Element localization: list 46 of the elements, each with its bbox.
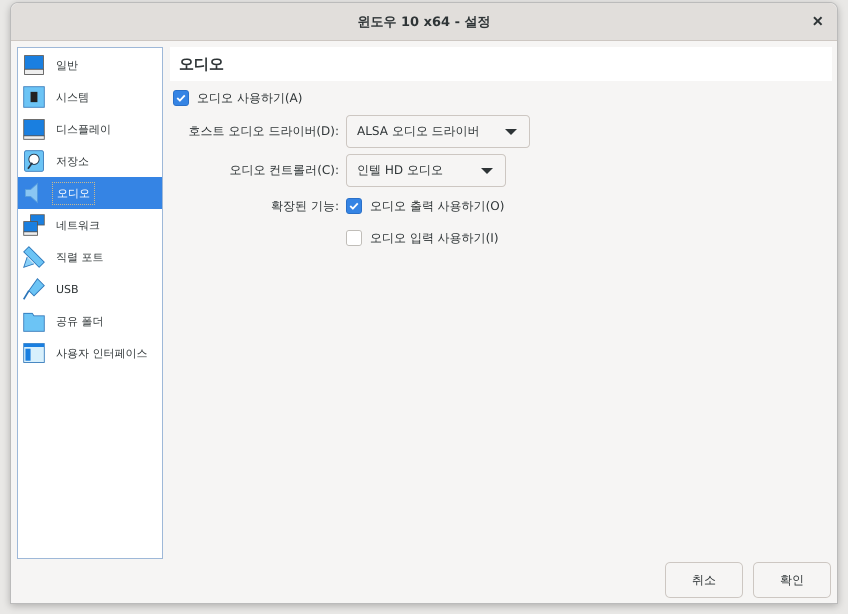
- check-icon: [175, 92, 187, 104]
- category-icon: [22, 245, 46, 269]
- page-title: 오디오: [170, 47, 832, 81]
- sidebar-item[interactable]: 네트워크: [18, 209, 162, 241]
- checkbox-label: 오디오 출력 사용하기(O): [370, 198, 504, 214]
- sidebar-label: 공유 폴더: [55, 314, 104, 330]
- field-label: 확장된 기능:: [270, 198, 339, 214]
- checkbox[interactable]: [173, 90, 189, 106]
- sidebar-label: 일반: [55, 58, 79, 74]
- sidebar-item[interactable]: 공유 폴더: [18, 305, 162, 337]
- sidebar-item[interactable]: 저장소: [18, 145, 162, 177]
- sidebar-item[interactable]: 사용자 인터페이스: [18, 337, 162, 369]
- sidebar-label: 저장소: [55, 154, 90, 170]
- category-icon: [22, 117, 46, 141]
- category-icon: [22, 149, 46, 173]
- dropdown[interactable]: ALSA 오디오 드라이버: [346, 115, 530, 148]
- sidebar-label: 네트워크: [55, 218, 101, 234]
- checkbox[interactable]: [346, 198, 362, 214]
- field-label: 호스트 오디오 드라이버(D):: [188, 123, 339, 140]
- dialog-button[interactable]: 확인: [753, 562, 831, 598]
- sidebar-item[interactable]: 일반: [18, 49, 162, 81]
- sidebar-item[interactable]: 직렬 포트: [18, 241, 162, 273]
- category-icon: [22, 213, 46, 237]
- sidebar-item[interactable]: 시스템: [18, 81, 162, 113]
- close-button[interactable]: ×: [808, 11, 827, 32]
- category-icon: [22, 341, 46, 365]
- category-icon: [22, 53, 46, 77]
- category-icon: [22, 277, 46, 301]
- sidebar-label: 오디오: [52, 182, 95, 204]
- checkbox[interactable]: [346, 230, 362, 246]
- sidebar-label: 시스템: [55, 90, 90, 106]
- category-icon: [22, 85, 46, 109]
- field-label: 오디오 컨트롤러(C):: [228, 162, 339, 179]
- sidebar-label: 직렬 포트: [55, 250, 104, 266]
- sidebar-item[interactable]: USB: [18, 273, 162, 305]
- checkbox-label: 오디오 사용하기(A): [197, 90, 302, 106]
- sidebar-label: 디스플레이: [55, 122, 112, 138]
- sidebar-item[interactable]: 오디오: [18, 177, 162, 209]
- sidebar-label: USB: [55, 282, 80, 298]
- checkbox-label: 오디오 입력 사용하기(I): [370, 230, 499, 246]
- dropdown[interactable]: 인텔 HD 오디오: [346, 154, 506, 187]
- window-title: 윈도우 10 x64 - 설정: [357, 14, 491, 30]
- sidebar-label: 사용자 인터페이스: [55, 346, 148, 362]
- sidebar-item[interactable]: 디스플레이: [18, 113, 162, 145]
- check-icon: [348, 200, 360, 212]
- dialog-button[interactable]: 취소: [665, 562, 743, 598]
